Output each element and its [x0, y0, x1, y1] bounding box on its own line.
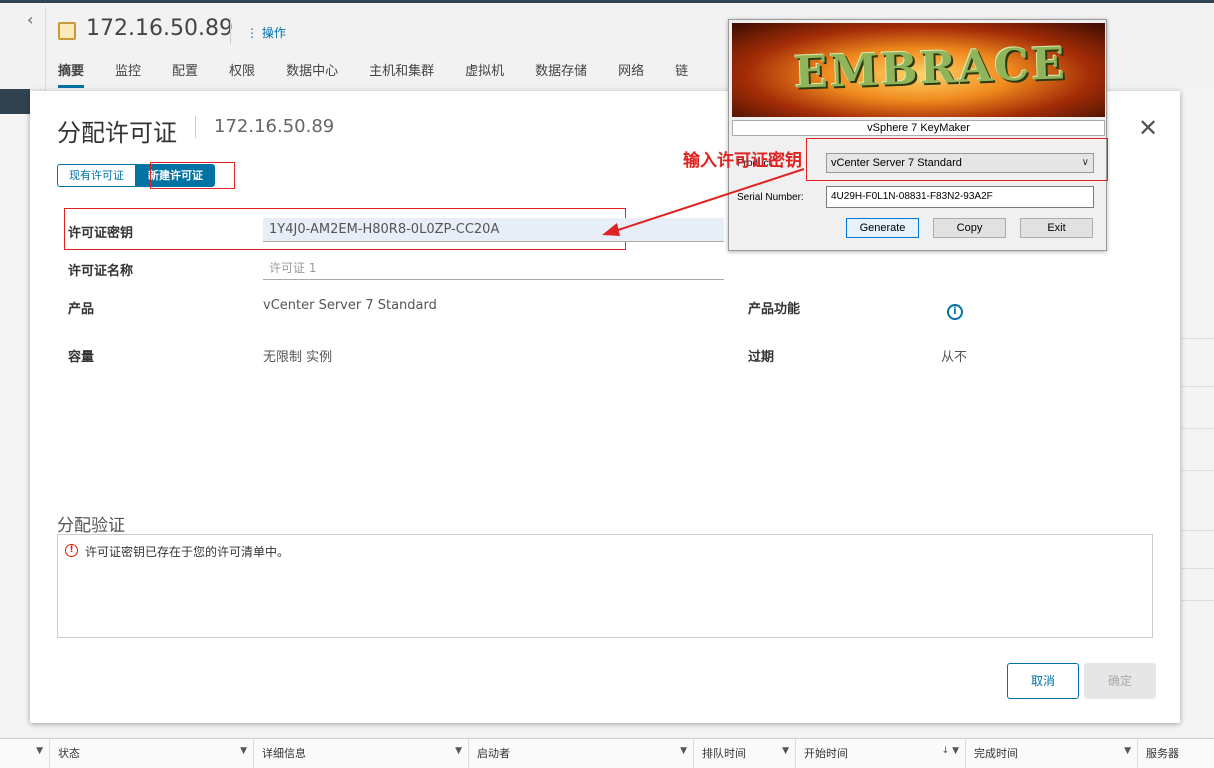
capacity-label: 容量	[68, 350, 95, 365]
dialog-title: 分配许可证	[57, 119, 177, 147]
filter-icon[interactable]: ▼	[36, 746, 43, 756]
keymaker-window: EMBRACE vSphere 7 KeyMaker Product: vCen…	[728, 19, 1107, 251]
serial-number-label: Serial Number:	[737, 192, 804, 203]
product-features-label: 产品功能	[748, 302, 801, 317]
footer-col-details[interactable]: 详细信息 ▼	[254, 739, 469, 768]
footer-col-label: 启动者	[477, 747, 510, 760]
copy-button[interactable]: Copy	[933, 218, 1006, 238]
filter-icon[interactable]: ▼	[1124, 746, 1131, 756]
ok-button[interactable]: 确定	[1084, 663, 1156, 699]
footer-col-queued[interactable]: 排队时间 ▼	[694, 739, 796, 768]
error-icon: !	[65, 544, 78, 557]
navigator-pane	[0, 6, 46, 92]
footer-col-status[interactable]: 状态 ▼	[50, 739, 254, 768]
keymaker-banner: EMBRACE	[732, 23, 1105, 117]
footer-col-complete[interactable]: 完成时间 ▼	[966, 739, 1138, 768]
license-name-label: 许可证名称	[68, 264, 134, 279]
page-title: 172.16.50.89	[86, 16, 233, 41]
tab-vms[interactable]: 虚拟机	[465, 60, 504, 88]
actions-label: 操作	[261, 26, 286, 40]
generate-button[interactable]: Generate	[846, 218, 919, 238]
close-icon[interactable]: ✕	[1138, 116, 1158, 140]
license-name-input[interactable]: 许可证 1	[263, 256, 724, 280]
object-tabs: 摘要 监控 配置 权限 数据中心 主机和集群 虚拟机 数据存储 网络 链	[58, 60, 719, 88]
dialog-host: 172.16.50.89	[214, 116, 335, 137]
filter-icon[interactable]: ▼	[680, 746, 687, 756]
cancel-button[interactable]: 取消	[1007, 663, 1079, 699]
footer-col-blank: ▼	[0, 739, 50, 768]
filter-icon[interactable]: ▼	[240, 746, 247, 756]
info-icon[interactable]: i	[947, 304, 963, 320]
keymaker-logo: EMBRACE	[793, 38, 1068, 99]
footer-col-label: 开始时间	[804, 747, 848, 760]
license-key-input[interactable]: 1Y4J0-AM2EM-H80R8-0L0ZP-CC20A	[263, 218, 724, 242]
tab-monitor[interactable]: 监控	[115, 60, 141, 88]
tab-networks[interactable]: 网络	[618, 60, 644, 88]
title-divider	[195, 116, 196, 138]
footer-col-initiator[interactable]: 启动者 ▼	[469, 739, 694, 768]
title-separator	[230, 18, 231, 44]
collapse-chevron-icon[interactable]: ‹	[27, 10, 33, 29]
validation-title: 分配验证	[57, 516, 125, 536]
keymaker-caption: vSphere 7 KeyMaker	[732, 120, 1105, 136]
tab-links[interactable]: 链	[675, 60, 688, 88]
highlight-product-select	[806, 138, 1108, 181]
license-key-label: 许可证密钥	[68, 226, 134, 241]
footer-col-label: 服务器	[1146, 747, 1179, 760]
tab-permissions[interactable]: 权限	[229, 60, 255, 88]
footer-col-label: 详细信息	[262, 747, 306, 760]
footer-col-label: 排队时间	[702, 747, 746, 760]
capacity-value: 无限制 实例	[263, 350, 333, 365]
exit-button[interactable]: Exit	[1020, 218, 1093, 238]
host-icon	[58, 22, 76, 40]
footer-col-label: 完成时间	[974, 747, 1018, 760]
tab-summary[interactable]: 摘要	[58, 60, 85, 88]
tab-datacenters[interactable]: 数据中心	[286, 60, 338, 88]
tab-hosts-clusters[interactable]: 主机和集群	[369, 60, 434, 88]
actions-menu[interactable]: ⋮ 操作	[246, 24, 286, 41]
expiration-value: 从不	[941, 350, 968, 365]
tab-datastores[interactable]: 数据存储	[535, 60, 587, 88]
highlight-new-license	[150, 162, 235, 189]
expiration-label: 过期	[748, 350, 775, 365]
validation-panel: ! 许可证密钥已存在于您的许可清单中。	[57, 534, 1153, 638]
tab-configure[interactable]: 配置	[172, 60, 198, 88]
validation-message: 许可证密钥已存在于您的许可清单中。	[85, 545, 290, 559]
footer-col-label: 状态	[58, 747, 80, 760]
recent-tasks-header: ▼ 状态 ▼ 详细信息 ▼ 启动者 ▼ 排队时间 ▼ 开始时间 ↓ ▼ 完成时间 ▼ 服务器	[0, 738, 1214, 768]
footer-col-server[interactable]: 服务器	[1138, 739, 1214, 768]
existing-license-button[interactable]: 现有许可证	[57, 164, 136, 187]
nav-stripe	[0, 89, 30, 114]
sort-filter-icon[interactable]: ↓ ▼	[942, 746, 959, 756]
footer-col-start[interactable]: 开始时间 ↓ ▼	[796, 739, 966, 768]
serial-number-field[interactable]: 4U29H-F0L1N-08831-F83N2-93A2F	[826, 186, 1094, 208]
product-value: vCenter Server 7 Standard	[263, 298, 437, 313]
product-label: 产品	[68, 302, 95, 317]
filter-icon[interactable]: ▼	[455, 746, 462, 756]
filter-icon[interactable]: ▼	[782, 746, 789, 756]
annotation-label: 输入许可证密钥	[683, 151, 802, 171]
